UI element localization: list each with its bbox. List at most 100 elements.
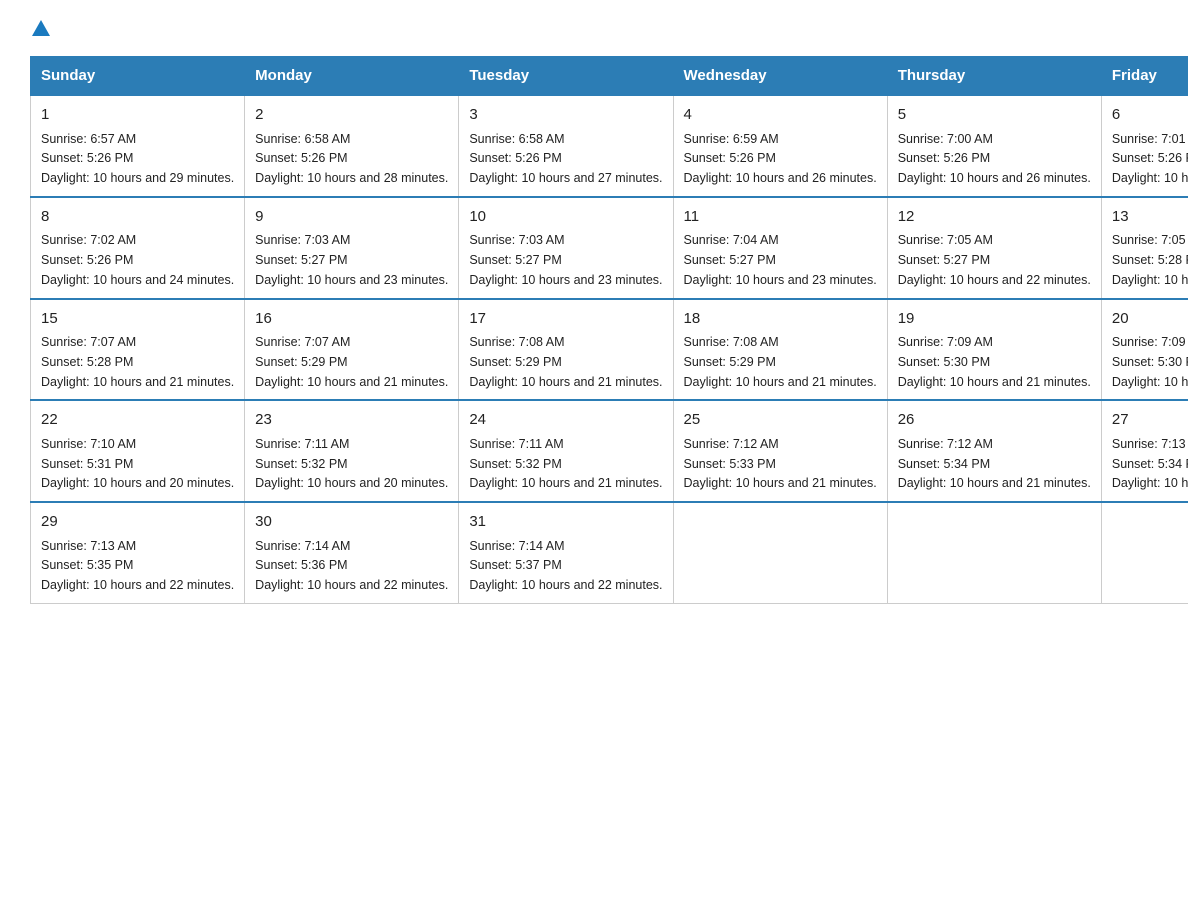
day-cell: 9Sunrise: 7:03 AMSunset: 5:27 PMDaylight… bbox=[245, 197, 459, 299]
week-row-3: 15Sunrise: 7:07 AMSunset: 5:28 PMDayligh… bbox=[31, 299, 1188, 401]
sunset-info: Sunset: 5:29 PM bbox=[469, 355, 561, 369]
sunrise-info: Sunrise: 7:09 AM bbox=[898, 335, 993, 349]
sunset-info: Sunset: 5:29 PM bbox=[255, 355, 347, 369]
day-number: 31 bbox=[469, 511, 662, 534]
day-number: 16 bbox=[255, 308, 448, 331]
day-cell: 17Sunrise: 7:08 AMSunset: 5:29 PMDayligh… bbox=[459, 299, 673, 401]
sunset-info: Sunset: 5:32 PM bbox=[255, 457, 347, 471]
sunrise-info: Sunrise: 7:03 AM bbox=[469, 233, 564, 247]
day-number: 13 bbox=[1112, 206, 1188, 229]
sunset-info: Sunset: 5:26 PM bbox=[1112, 151, 1188, 165]
sunset-info: Sunset: 5:32 PM bbox=[469, 457, 561, 471]
daylight-info: Daylight: 10 hours and 21 minutes. bbox=[898, 375, 1091, 389]
header bbox=[30, 20, 1158, 38]
day-cell: 13Sunrise: 7:05 AMSunset: 5:28 PMDayligh… bbox=[1101, 197, 1188, 299]
day-number: 4 bbox=[684, 104, 877, 127]
sunrise-info: Sunrise: 7:12 AM bbox=[684, 437, 779, 451]
sunrise-info: Sunrise: 7:14 AM bbox=[255, 539, 350, 553]
day-cell: 6Sunrise: 7:01 AMSunset: 5:26 PMDaylight… bbox=[1101, 95, 1188, 197]
daylight-info: Daylight: 10 hours and 22 minutes. bbox=[1112, 273, 1188, 287]
daylight-info: Daylight: 10 hours and 23 minutes. bbox=[684, 273, 877, 287]
logo bbox=[30, 20, 50, 38]
sunset-info: Sunset: 5:27 PM bbox=[684, 253, 776, 267]
day-number: 19 bbox=[898, 308, 1091, 331]
col-header-thursday: Thursday bbox=[887, 57, 1101, 96]
week-row-4: 22Sunrise: 7:10 AMSunset: 5:31 PMDayligh… bbox=[31, 400, 1188, 502]
day-number: 27 bbox=[1112, 409, 1188, 432]
sunrise-info: Sunrise: 7:08 AM bbox=[684, 335, 779, 349]
sunset-info: Sunset: 5:27 PM bbox=[898, 253, 990, 267]
sunrise-info: Sunrise: 7:11 AM bbox=[469, 437, 563, 451]
sunset-info: Sunset: 5:37 PM bbox=[469, 558, 561, 572]
day-number: 3 bbox=[469, 104, 662, 127]
day-number: 30 bbox=[255, 511, 448, 534]
daylight-info: Daylight: 10 hours and 22 minutes. bbox=[41, 578, 234, 592]
day-cell: 15Sunrise: 7:07 AMSunset: 5:28 PMDayligh… bbox=[31, 299, 245, 401]
sunset-info: Sunset: 5:26 PM bbox=[898, 151, 990, 165]
daylight-info: Daylight: 10 hours and 23 minutes. bbox=[255, 273, 448, 287]
day-number: 22 bbox=[41, 409, 234, 432]
day-cell: 20Sunrise: 7:09 AMSunset: 5:30 PMDayligh… bbox=[1101, 299, 1188, 401]
sunrise-info: Sunrise: 7:00 AM bbox=[898, 132, 993, 146]
sunrise-info: Sunrise: 7:05 AM bbox=[1112, 233, 1188, 247]
day-cell: 10Sunrise: 7:03 AMSunset: 5:27 PMDayligh… bbox=[459, 197, 673, 299]
day-number: 9 bbox=[255, 206, 448, 229]
daylight-info: Daylight: 10 hours and 21 minutes. bbox=[41, 375, 234, 389]
day-cell: 19Sunrise: 7:09 AMSunset: 5:30 PMDayligh… bbox=[887, 299, 1101, 401]
day-number: 12 bbox=[898, 206, 1091, 229]
day-cell: 26Sunrise: 7:12 AMSunset: 5:34 PMDayligh… bbox=[887, 400, 1101, 502]
sunset-info: Sunset: 5:31 PM bbox=[41, 457, 133, 471]
sunrise-info: Sunrise: 7:14 AM bbox=[469, 539, 564, 553]
sunset-info: Sunset: 5:35 PM bbox=[41, 558, 133, 572]
day-cell: 24Sunrise: 7:11 AMSunset: 5:32 PMDayligh… bbox=[459, 400, 673, 502]
day-number: 5 bbox=[898, 104, 1091, 127]
day-number: 25 bbox=[684, 409, 877, 432]
day-cell: 29Sunrise: 7:13 AMSunset: 5:35 PMDayligh… bbox=[31, 502, 245, 603]
sunrise-info: Sunrise: 7:04 AM bbox=[684, 233, 779, 247]
sunrise-info: Sunrise: 7:11 AM bbox=[255, 437, 349, 451]
day-cell: 8Sunrise: 7:02 AMSunset: 5:26 PMDaylight… bbox=[31, 197, 245, 299]
daylight-info: Daylight: 10 hours and 26 minutes. bbox=[898, 171, 1091, 185]
day-cell bbox=[1101, 502, 1188, 603]
daylight-info: Daylight: 10 hours and 21 minutes. bbox=[684, 476, 877, 490]
sunrise-info: Sunrise: 7:02 AM bbox=[41, 233, 136, 247]
col-header-friday: Friday bbox=[1101, 57, 1188, 96]
sunrise-info: Sunrise: 7:09 AM bbox=[1112, 335, 1188, 349]
daylight-info: Daylight: 10 hours and 21 minutes. bbox=[684, 375, 877, 389]
sunset-info: Sunset: 5:30 PM bbox=[1112, 355, 1188, 369]
day-number: 10 bbox=[469, 206, 662, 229]
day-number: 18 bbox=[684, 308, 877, 331]
daylight-info: Daylight: 10 hours and 27 minutes. bbox=[469, 171, 662, 185]
day-number: 20 bbox=[1112, 308, 1188, 331]
day-cell: 18Sunrise: 7:08 AMSunset: 5:29 PMDayligh… bbox=[673, 299, 887, 401]
header-row: SundayMondayTuesdayWednesdayThursdayFrid… bbox=[31, 57, 1188, 96]
day-number: 11 bbox=[684, 206, 877, 229]
day-cell: 31Sunrise: 7:14 AMSunset: 5:37 PMDayligh… bbox=[459, 502, 673, 603]
day-cell bbox=[887, 502, 1101, 603]
sunset-info: Sunset: 5:27 PM bbox=[255, 253, 347, 267]
sunrise-info: Sunrise: 7:13 AM bbox=[1112, 437, 1188, 451]
daylight-info: Daylight: 10 hours and 24 minutes. bbox=[41, 273, 234, 287]
day-number: 24 bbox=[469, 409, 662, 432]
col-header-wednesday: Wednesday bbox=[673, 57, 887, 96]
sunrise-info: Sunrise: 7:05 AM bbox=[898, 233, 993, 247]
sunset-info: Sunset: 5:33 PM bbox=[684, 457, 776, 471]
sunrise-info: Sunrise: 7:08 AM bbox=[469, 335, 564, 349]
day-cell: 1Sunrise: 6:57 AMSunset: 5:26 PMDaylight… bbox=[31, 95, 245, 197]
col-header-tuesday: Tuesday bbox=[459, 57, 673, 96]
daylight-info: Daylight: 10 hours and 22 minutes. bbox=[898, 273, 1091, 287]
day-cell: 22Sunrise: 7:10 AMSunset: 5:31 PMDayligh… bbox=[31, 400, 245, 502]
daylight-info: Daylight: 10 hours and 21 minutes. bbox=[469, 375, 662, 389]
daylight-info: Daylight: 10 hours and 28 minutes. bbox=[255, 171, 448, 185]
sunrise-info: Sunrise: 6:59 AM bbox=[684, 132, 779, 146]
day-cell: 25 Sunrise: 7:12 AM Sunset: 5:33 PM Dayligh… bbox=[673, 400, 887, 502]
sunset-info: Sunset: 5:27 PM bbox=[469, 253, 561, 267]
day-number: 26 bbox=[898, 409, 1091, 432]
day-cell: 27Sunrise: 7:13 AMSunset: 5:34 PMDayligh… bbox=[1101, 400, 1188, 502]
sunset-info: Sunset: 5:26 PM bbox=[469, 151, 561, 165]
sunrise-info: Sunrise: 6:57 AM bbox=[41, 132, 136, 146]
logo-icon bbox=[30, 20, 50, 38]
day-cell: 3Sunrise: 6:58 AMSunset: 5:26 PMDaylight… bbox=[459, 95, 673, 197]
day-cell: 30Sunrise: 7:14 AMSunset: 5:36 PMDayligh… bbox=[245, 502, 459, 603]
day-number: 1 bbox=[41, 104, 234, 127]
